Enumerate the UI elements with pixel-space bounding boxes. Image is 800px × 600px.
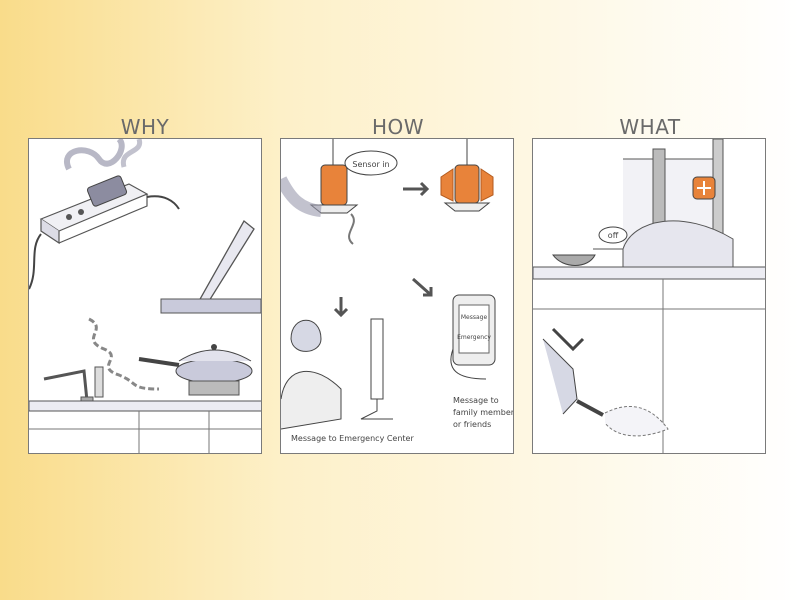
phone-line-1: Message xyxy=(461,314,488,321)
alarm-light-icon xyxy=(692,176,716,200)
caption-family-1: Message to xyxy=(453,396,499,405)
arrow-icon xyxy=(403,181,430,197)
lamp-sensor-icon xyxy=(281,139,359,217)
off-bubble: off xyxy=(608,231,619,240)
extinguisher-icon xyxy=(542,327,604,417)
why-title: WHY xyxy=(120,115,170,139)
what-title: WHAT xyxy=(619,115,681,139)
how-panel: Sensor in Message to Emergency Center Me… xyxy=(280,138,514,454)
operator-icon xyxy=(281,318,393,430)
faucet-icon xyxy=(43,366,104,406)
caption-family-3: or friends xyxy=(453,420,491,429)
lamp-alarm-icon xyxy=(440,139,494,212)
power-strip-icon xyxy=(29,175,180,290)
what-panel: off xyxy=(532,138,766,454)
how-title: HOW xyxy=(371,115,425,139)
phone-line-2: Emergency xyxy=(457,334,491,341)
range-hood-icon xyxy=(160,220,261,314)
sensor-bubble: Sensor in xyxy=(352,160,389,169)
what-sketch: off xyxy=(533,139,765,453)
caption-emergency-center: Message to Emergency Center xyxy=(291,434,414,443)
why-panel xyxy=(28,138,262,454)
how-sketch: Sensor in Message to Emergency Center Me… xyxy=(281,139,514,443)
caption-family-2: family members xyxy=(453,408,514,417)
pan-icon xyxy=(138,344,253,396)
why-sketch xyxy=(29,139,261,453)
